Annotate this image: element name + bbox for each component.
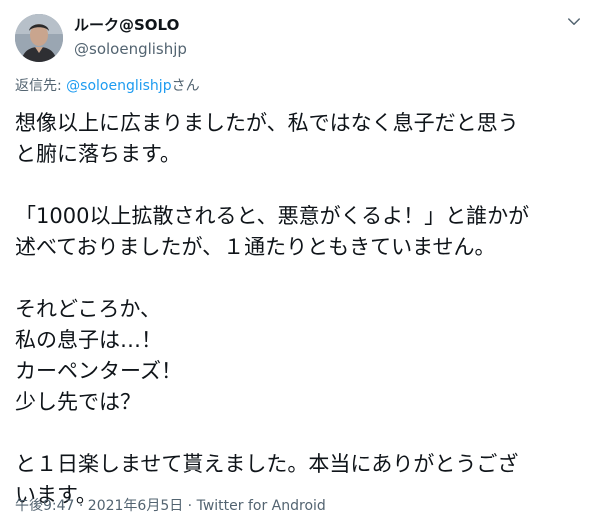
author-display-name[interactable]: ルーク@SOLO [74, 15, 187, 35]
tweet-line: 述べておりましたが、１通たりともきていません。 [15, 235, 496, 259]
author-block: ルーク@SOLO @soloenglishjp [74, 15, 187, 59]
tweet-paragraph: それどころか、 私の息子は…！ カーペンターズ！ 少し先では？ [15, 294, 590, 418]
tweet-line: カーペンターズ！ [15, 359, 182, 383]
avatar-image [15, 14, 63, 62]
tweet-line: それどころか、 [15, 297, 161, 321]
avatar[interactable] [15, 14, 63, 62]
tweet-card: ルーク@SOLO @soloenglishjp 返信先: @soloenglis… [0, 0, 600, 531]
chevron-down-icon[interactable] [564, 12, 584, 32]
tweet-timestamp[interactable]: 午後9:47 · 2021年6月5日 · Twitter for Android [15, 496, 326, 516]
tweet-line: 「1000以上拡散されると、悪意がくるよ！」と誰かが [15, 204, 530, 228]
tweet-paragraph: 想像以上に広まりましたが、私ではなく息子だと思う と腑に落ちます。 [15, 108, 590, 170]
reply-suffix: さん [171, 78, 200, 94]
tweet-line: 想像以上に広まりましたが、私ではなく息子だと思う [15, 111, 519, 135]
tweet-line: 少し先では？ [15, 390, 141, 414]
tweet-line: と１日楽しませて貰えました。本当にありがとうござ [15, 452, 519, 476]
tweet-paragraph: 「1000以上拡散されると、悪意がくるよ！」と誰かが 述べておりましたが、１通た… [15, 201, 590, 263]
reply-to-line: 返信先: @soloenglishjpさん [15, 76, 200, 96]
tweet-line: 私の息子は…！ [15, 328, 162, 352]
tweet-text: 想像以上に広まりましたが、私ではなく息子だと思う と腑に落ちます。 「1000以… [15, 108, 590, 511]
tweet-line: と腑に落ちます。 [15, 142, 181, 166]
reply-mention-link[interactable]: @soloenglishjp [66, 78, 171, 94]
author-handle[interactable]: @soloenglishjp [74, 39, 187, 59]
reply-prefix: 返信先: [15, 78, 67, 94]
